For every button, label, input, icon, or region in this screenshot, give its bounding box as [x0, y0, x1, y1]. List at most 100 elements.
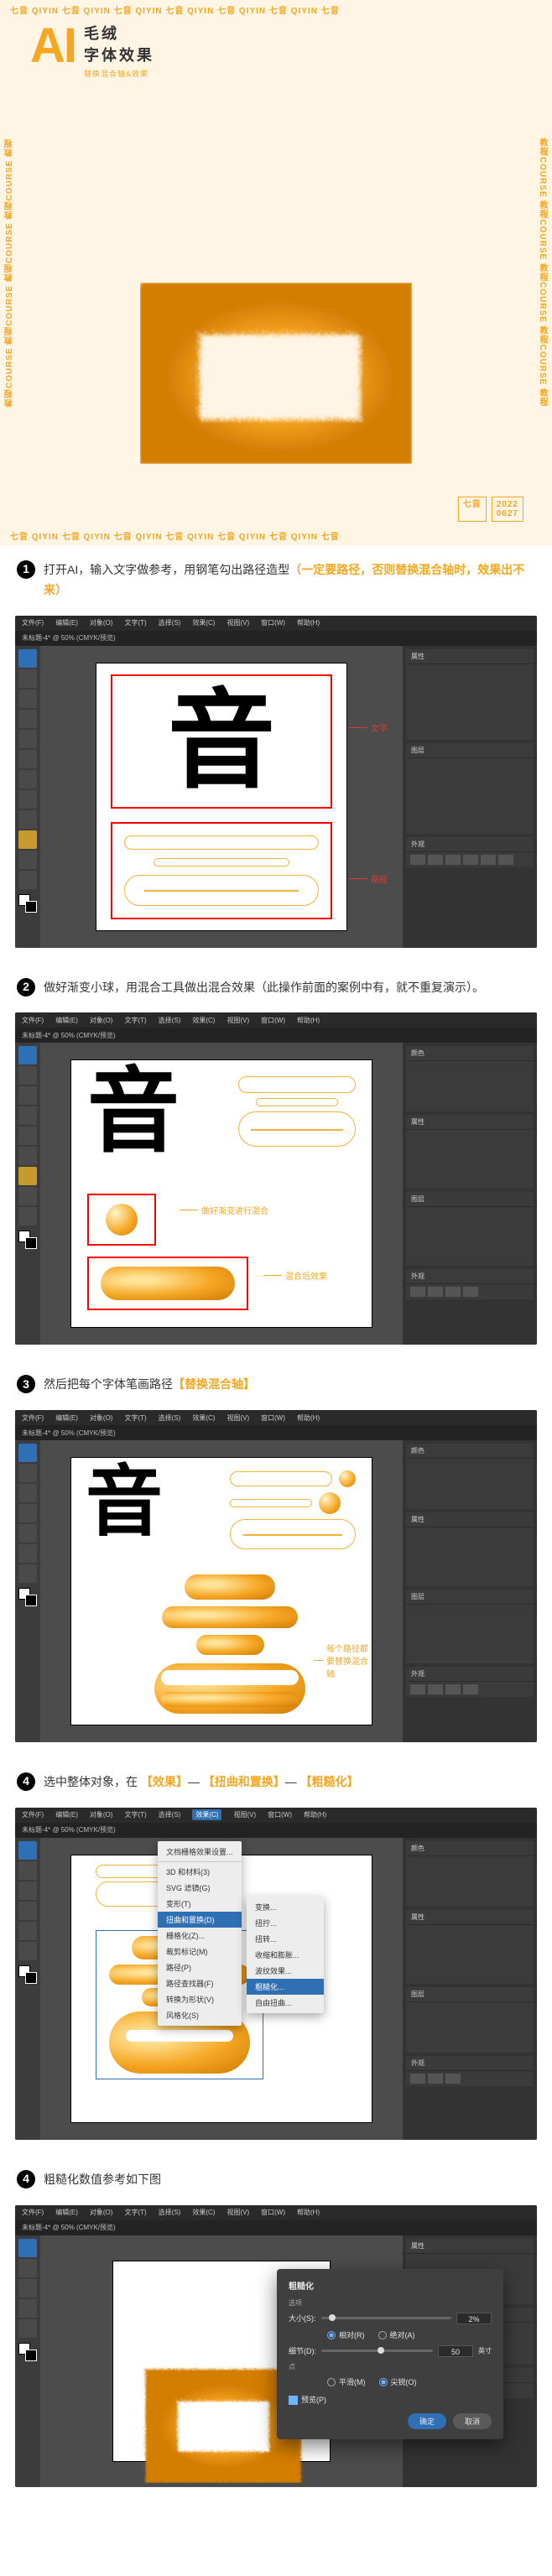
ai-toolbar[interactable] [15, 646, 40, 948]
ai-toolbar[interactable] [15, 1838, 40, 2140]
menu-item[interactable]: 编辑(E) [55, 2208, 78, 2217]
distort-submenu[interactable]: 变换... 扭拧... 扭转... 收缩和膨胀... 波纹效果... 粗糙化..… [247, 1897, 324, 2013]
type-tool-icon[interactable] [18, 710, 37, 728]
highlighted-tool-icon[interactable] [18, 830, 37, 849]
ai-doc-tab[interactable]: 未标题-4* @ 50% (CMYK/预览) [15, 1823, 537, 1838]
direct-select-tool-icon[interactable] [18, 669, 37, 688]
selection-tool-icon[interactable] [18, 1444, 37, 1462]
pencil-tool-icon[interactable] [18, 770, 37, 788]
menu-item[interactable]: 效果(C) [192, 1016, 215, 1025]
ctx-item[interactable]: 变换... [247, 1899, 324, 1915]
rect-tool-icon[interactable] [18, 730, 37, 748]
ctx-item[interactable]: 文档栅格效果设置... [158, 1844, 242, 1860]
selection-tool-icon[interactable] [18, 2239, 37, 2257]
menu-item[interactable]: 文件(F) [22, 1016, 44, 1025]
menu-item[interactable]: 帮助(H) [297, 618, 320, 627]
menu-item[interactable]: 效果(C) [192, 2208, 215, 2217]
size-value[interactable]: 2% [456, 2313, 492, 2324]
rect-tool-icon[interactable] [18, 1902, 37, 1920]
brush-tool-icon[interactable] [18, 1147, 37, 1165]
brush-tool-icon[interactable] [18, 1524, 37, 1543]
eyedropper-tool-icon[interactable] [18, 871, 37, 889]
ai-canvas[interactable]: 文档栅格效果设置... 3D 和材料(3) SVG 滤镜(G) 变形(T) 扭曲… [40, 1838, 403, 2140]
menu-item[interactable]: 窗口(W) [261, 1016, 285, 1025]
menu-item[interactable]: 对象(O) [90, 1810, 113, 1819]
ctx-item[interactable]: 转换为形状(V) [158, 1991, 242, 2007]
menu-item[interactable]: 视图(V) [233, 1810, 256, 1819]
ai-canvas[interactable]: 音 做好渐变进行混合 [40, 1043, 403, 1345]
menu-item[interactable]: 文字(T) [124, 2208, 146, 2217]
fill-stroke-swatch-icon[interactable] [18, 894, 37, 913]
menu-item[interactable]: 帮助(H) [297, 1016, 320, 1025]
menu-item[interactable]: 窗口(W) [268, 1810, 292, 1819]
menu-item[interactable]: 窗口(W) [261, 2208, 285, 2217]
ctx-item[interactable]: 波纹效果... [247, 1963, 324, 1979]
menu-item[interactable]: 帮助(H) [297, 2208, 320, 2217]
type-tool-icon[interactable] [18, 1881, 37, 1900]
selection-tool-icon[interactable] [18, 649, 37, 668]
menu-item[interactable]: 编辑(E) [55, 618, 78, 627]
menu-item[interactable]: 选择(S) [159, 618, 181, 627]
ctx-item[interactable]: 裁剪标记(M) [158, 1944, 242, 1959]
ai-panels[interactable]: 颜色 属性 图层 外观 [403, 1440, 537, 1742]
menu-item[interactable]: 文件(F) [22, 1810, 44, 1819]
menu-item[interactable]: 编辑(E) [55, 1810, 78, 1819]
pen-tool-icon[interactable] [18, 1861, 37, 1880]
menu-item[interactable]: 视图(V) [227, 1016, 249, 1025]
selection-tool-icon[interactable] [18, 1841, 37, 1860]
ctx-item[interactable]: 自由扭曲... [247, 1995, 324, 2011]
ctx-item-distort[interactable]: 扭曲和置换(D) [158, 1912, 242, 1928]
fill-stroke-swatch-icon[interactable] [18, 1965, 37, 1984]
menu-item[interactable]: 文字(T) [124, 1810, 146, 1819]
menu-item[interactable]: 视图(V) [227, 618, 249, 627]
rect-tool-icon[interactable] [18, 1127, 37, 1145]
preview-check[interactable]: 预览(P) [289, 2394, 326, 2405]
ai-panels[interactable]: 颜色 属性 图层 外观 [403, 1043, 537, 1345]
ai-canvas[interactable]: 音 文字 路径 [40, 646, 403, 948]
ctx-item[interactable]: 收缩和膨胀... [247, 1947, 324, 1963]
ok-button[interactable]: 确定 [408, 2413, 446, 2429]
pen-tool-icon[interactable] [18, 690, 37, 708]
fill-stroke-swatch-icon[interactable] [18, 1231, 37, 1249]
ctx-item[interactable]: 扭转... [247, 1931, 324, 1947]
menu-item[interactable]: 对象(O) [90, 2208, 113, 2217]
gradient-tool-icon[interactable] [18, 851, 37, 869]
eraser-tool-icon[interactable] [18, 790, 37, 809]
ai-menubar[interactable]: 文件(F) 编辑(E) 对象(O) 文字(T) 选择(S) 效果(C) 视图(V… [15, 1012, 537, 1028]
menu-item[interactable]: 选择(S) [159, 2208, 181, 2217]
ai-menubar[interactable]: 文件(F) 编辑(E) 对象(O) 文字(T) 选择(S) 效果(C) 视图(V… [15, 2205, 537, 2220]
menu-item[interactable]: 视图(V) [227, 2208, 249, 2217]
ai-doc-tab[interactable]: 未标题-4* @ 50% (CMYK/预览) [15, 2220, 537, 2235]
ctx-item-roughen[interactable]: 粗糙化... [247, 1979, 324, 1995]
ctx-item[interactable]: 3D 和材料(3) [158, 1864, 242, 1880]
menu-item[interactable]: 视图(V) [227, 1413, 249, 1423]
menu-item[interactable]: 对象(O) [90, 618, 113, 627]
menu-item[interactable]: 选择(S) [159, 1016, 181, 1025]
eyedropper-tool-icon[interactable] [18, 1207, 37, 1226]
ctx-item[interactable]: 路径(P) [158, 1959, 242, 1975]
rect-tool-icon[interactable] [18, 2299, 37, 2318]
brush-tool-icon[interactable] [18, 750, 37, 768]
ctx-item[interactable]: 变形(T) [158, 1896, 242, 1912]
radio-relative[interactable]: 相对(R) [327, 2329, 365, 2340]
ai-menubar[interactable]: 文件(F) 编辑(E) 对象(O) 文字(T) 选择(S) 效果(C) 视图(V… [15, 1808, 537, 1823]
detail-value[interactable]: 50 [438, 2345, 473, 2357]
type-tool-icon[interactable] [18, 1484, 37, 1502]
menu-item[interactable]: 文件(F) [22, 1413, 44, 1423]
menu-item[interactable]: 选择(S) [159, 1810, 181, 1819]
selection-tool-icon[interactable] [18, 1046, 37, 1064]
menu-item[interactable]: 文件(F) [22, 2208, 44, 2217]
cancel-button[interactable]: 取消 [453, 2413, 492, 2429]
ai-doc-tab[interactable]: 未标题-4* @ 50% (CMYK/预览) [15, 1425, 537, 1440]
gradient-tool-icon[interactable] [18, 1564, 37, 1583]
roughen-dialog[interactable]: 粗糙化 选项 大小(S): 2% 相对(R) 绝对(A) 细节(D): 50 英… [277, 2269, 503, 2439]
type-tool-icon[interactable] [18, 2279, 37, 2298]
menu-item[interactable]: 帮助(H) [297, 1413, 320, 1423]
ai-canvas[interactable]: 粗糙化 选项 大小(S): 2% 相对(R) 绝对(A) 细节(D): 50 英… [40, 2235, 403, 2487]
direct-select-tool-icon[interactable] [18, 1066, 37, 1085]
detail-slider[interactable] [321, 2350, 433, 2352]
ai-panels[interactable]: 颜色 属性 图层 外观 [403, 1838, 537, 2140]
ai-doc-tab[interactable]: 未标题-4* @ 50% (CMYK/预览) [15, 1028, 537, 1043]
menu-item[interactable]: 编辑(E) [55, 1016, 78, 1025]
menu-item[interactable]: 文字(T) [124, 618, 146, 627]
